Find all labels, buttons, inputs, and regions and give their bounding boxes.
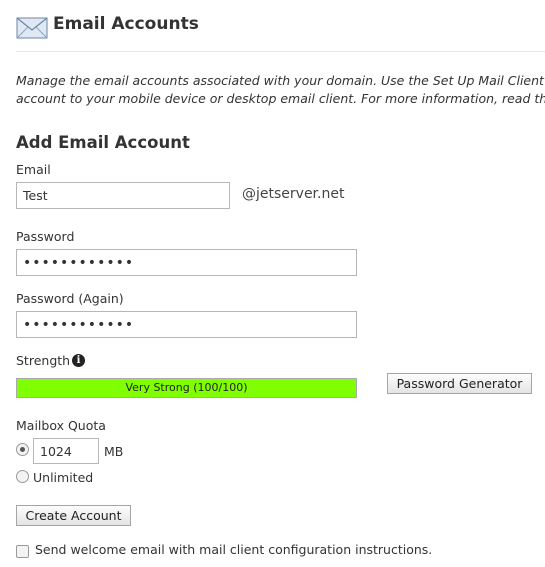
domain-suffix: @jetserver.net <box>242 186 345 202</box>
email-label: Email <box>16 162 51 177</box>
page-title: Email Accounts <box>53 14 199 34</box>
welcome-email-checkbox[interactable] <box>16 545 29 558</box>
strength-meter: Very Strong (100/100) <box>16 378 357 398</box>
quota-unlimited-label: Unlimited <box>33 470 94 485</box>
description-line-2-text: account to your mobile device or desktop… <box>16 91 545 106</box>
create-account-button[interactable]: Create Account <box>16 505 131 526</box>
password-again-label: Password (Again) <box>16 291 124 306</box>
header-divider <box>16 51 545 52</box>
mailbox-quota-label: Mailbox Quota <box>16 418 106 433</box>
quota-unlimited-radio[interactable] <box>16 470 29 483</box>
password-label: Password <box>16 229 75 244</box>
description-line-1: Manage the email accounts associated wit… <box>16 73 545 88</box>
password-input[interactable] <box>16 249 357 276</box>
section-title: Add Email Account <box>16 133 190 152</box>
description-line-2: account to your mobile device or desktop… <box>16 90 545 108</box>
password-again-input[interactable] <box>16 311 357 338</box>
email-input[interactable] <box>16 182 230 209</box>
envelope-icon <box>16 17 48 39</box>
welcome-email-label: Send welcome email with mail client conf… <box>35 542 433 557</box>
strength-meter-text: Very Strong (100/100) <box>125 381 248 394</box>
quota-input[interactable] <box>33 438 99 464</box>
password-generator-button[interactable]: Password Generator <box>387 373 532 394</box>
info-icon[interactable]: i <box>72 354 85 367</box>
strength-label: Strength <box>16 353 71 368</box>
quota-unit: MB <box>104 444 124 459</box>
quota-custom-radio[interactable] <box>16 443 29 456</box>
page-description: Manage the email accounts associated wit… <box>16 72 545 108</box>
